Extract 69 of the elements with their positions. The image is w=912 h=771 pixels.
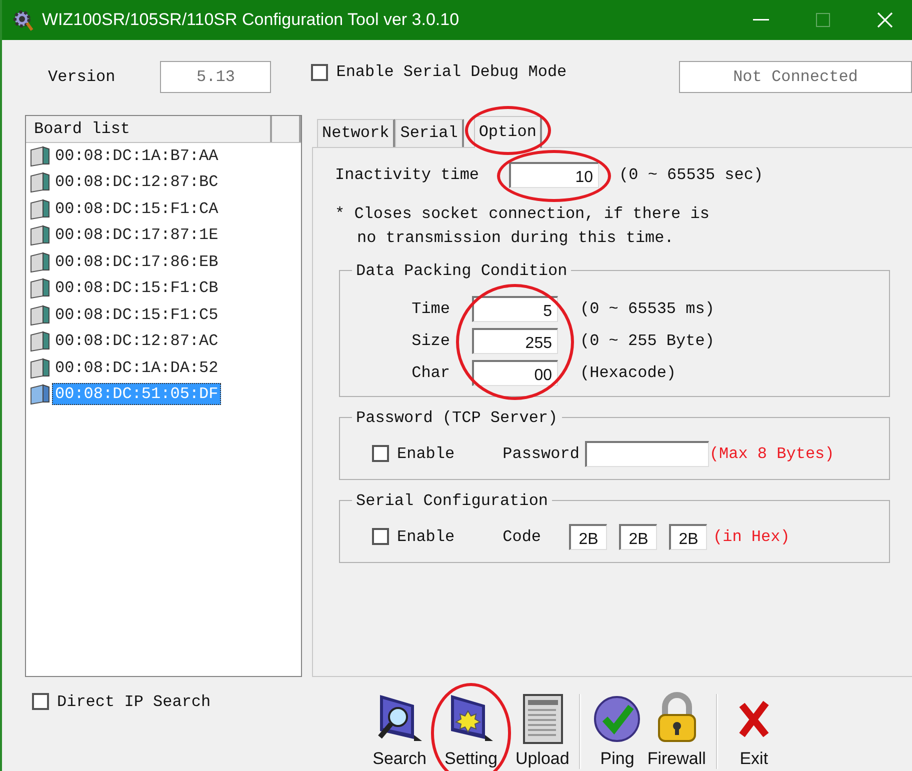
debug-mode-label: Enable Serial Debug Mode — [336, 63, 567, 82]
inactivity-label: Inactivity time — [335, 166, 480, 184]
gear-icon — [12, 9, 34, 31]
input-field[interactable]: 5 — [472, 296, 558, 322]
board-list-item[interactable]: 00:08:DC:1A:B7:AA — [52, 144, 222, 167]
board-list-item[interactable]: 00:08:DC:15:F1:C5 — [52, 304, 222, 326]
checkbox[interactable] — [32, 693, 49, 710]
checkbox-label: Direct IP Search — [57, 692, 211, 711]
device-icon — [29, 144, 51, 168]
device-icon — [29, 329, 51, 354]
code-field[interactable]: 2B — [669, 524, 708, 550]
hint-text: (in Hex) — [713, 528, 790, 546]
board-list-item[interactable]: 00:08:DC:15:F1:CB — [52, 277, 222, 300]
toolbar-button[interactable]: Setting — [442, 691, 500, 769]
group-title: Password (TCP Server) — [355, 408, 559, 427]
note-text: no transmission during this time. — [357, 228, 674, 247]
board-list-item[interactable]: 00:08:DC:17:87:1E — [52, 224, 222, 246]
checkbox[interactable] — [311, 64, 328, 81]
code-field[interactable]: 2B — [619, 524, 658, 550]
field-label: Password — [502, 444, 580, 463]
version-field: 5.13 — [160, 61, 272, 94]
device-icon — [29, 170, 51, 194]
board-list-item[interactable]: 00:08:DC:17:86:EB — [52, 250, 222, 273]
board-list-item[interactable]: 00:08:DC:12:87:AC — [52, 330, 222, 352]
group-title: Data Packing Condition — [355, 262, 568, 280]
password-field[interactable] — [585, 440, 710, 467]
close-icon — [877, 12, 893, 28]
field-label: Char — [412, 364, 450, 382]
window-title: WIZ100SR/105SR/110SR Configuration Tool ver 3.0.10 — [42, 10, 460, 30]
board-list-item[interactable]: 00:08:DC:1A:DA:52 — [52, 356, 222, 379]
field-label: Size — [412, 332, 450, 350]
field-label: Time — [412, 300, 450, 318]
checkbox-label: Enable — [397, 444, 455, 463]
device-icon — [29, 250, 51, 274]
maximize-icon — [816, 13, 830, 27]
tab[interactable]: Option — [474, 116, 542, 148]
device-icon — [29, 302, 51, 327]
range-hint: (0 ~ 65535 ms) — [580, 300, 716, 318]
device-icon — [29, 382, 51, 406]
connection-status-field: Not Connected — [679, 61, 912, 94]
code-field[interactable]: 2B — [569, 524, 608, 550]
board-list-item[interactable]: 00:08:DC:15:F1:CA — [52, 198, 222, 220]
range-hint: (0 ~ 65535 sec) — [619, 166, 764, 184]
tab[interactable]: Serial — [395, 118, 464, 147]
range-hint: (0 ~ 255 Byte) — [580, 332, 716, 350]
toolbar-button[interactable]: Firewall — [645, 691, 708, 769]
group-title: Serial Configuration — [355, 492, 550, 510]
device-icon — [29, 223, 51, 248]
checkbox[interactable] — [372, 445, 389, 462]
range-hint: (Hexacode) — [580, 364, 678, 382]
field-label: Code — [502, 528, 542, 546]
toolbar-button[interactable]: Upload — [513, 691, 572, 769]
device-icon — [29, 356, 51, 380]
inactivity-field[interactable]: 10 — [509, 162, 600, 188]
device-icon — [29, 276, 51, 300]
hint-text: (Max 8 Bytes) — [709, 444, 834, 463]
checkbox[interactable] — [372, 528, 389, 546]
version-label: Version — [48, 68, 116, 86]
toolbar-button[interactable]: Ping — [589, 691, 646, 769]
toolbar-button[interactable]: Exit — [726, 691, 782, 769]
input-field[interactable]: 255 — [472, 328, 558, 354]
input-field[interactable]: 00 — [472, 360, 558, 386]
note-text: * Closes socket connection, if there is — [335, 204, 710, 223]
tab[interactable]: Network — [317, 118, 396, 147]
board-list-item[interactable]: 00:08:DC:12:87:BC — [52, 171, 222, 194]
device-icon — [29, 196, 51, 221]
toolbar-button[interactable]: Search — [370, 691, 428, 769]
minimize-icon — [753, 19, 769, 21]
checkbox-label: Enable — [397, 528, 455, 546]
